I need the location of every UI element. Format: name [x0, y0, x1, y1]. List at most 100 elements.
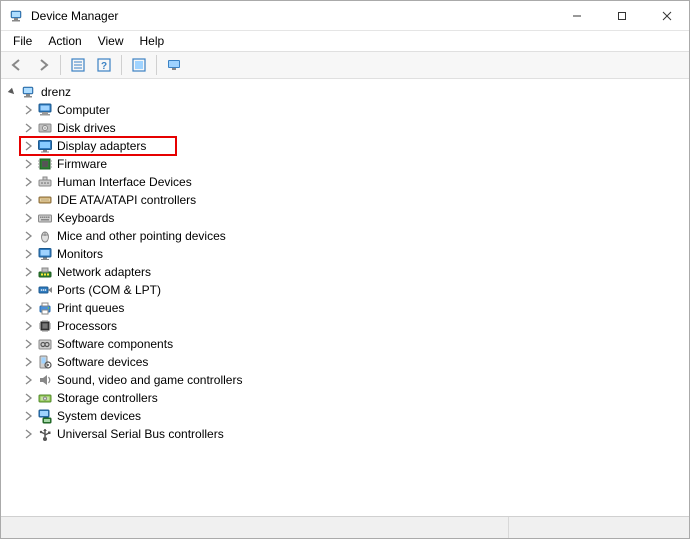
- swdev-icon: [37, 354, 53, 370]
- toolbar-back-button[interactable]: [5, 54, 29, 76]
- expand-icon[interactable]: [21, 427, 35, 441]
- toolbar-devices-button[interactable]: [162, 54, 186, 76]
- tree-root-node[interactable]: drenz: [3, 83, 687, 101]
- expand-icon[interactable]: [21, 247, 35, 261]
- tree-category-label: Processors: [57, 317, 117, 335]
- tree-category-node[interactable]: Firmware: [21, 155, 687, 173]
- expand-icon[interactable]: [21, 265, 35, 279]
- expand-icon[interactable]: [21, 139, 35, 153]
- arrow-right-icon: [35, 57, 51, 73]
- toolbar-scan-button[interactable]: [127, 54, 151, 76]
- tree-category-node[interactable]: Storage controllers: [21, 389, 687, 407]
- tree-category-node[interactable]: Display adapters: [21, 137, 687, 155]
- network-icon: [37, 264, 53, 280]
- toolbar: [1, 51, 689, 79]
- hid-icon: [37, 174, 53, 190]
- ide-icon: [37, 192, 53, 208]
- expand-icon[interactable]: [21, 175, 35, 189]
- tree-category-node[interactable]: System devices: [21, 407, 687, 425]
- menu-view[interactable]: View: [90, 32, 132, 50]
- toolbar-separator: [156, 55, 157, 75]
- tree-category-node[interactable]: Human Interface Devices: [21, 173, 687, 191]
- tree-category-label: Software components: [57, 335, 173, 353]
- tree-category-node[interactable]: Ports (COM & LPT): [21, 281, 687, 299]
- menu-bar: File Action View Help: [1, 31, 689, 51]
- tree-category-node[interactable]: Software components: [21, 335, 687, 353]
- tree-category-label: Computer: [57, 101, 110, 119]
- expand-icon[interactable]: [21, 283, 35, 297]
- toolbar-help-button[interactable]: [92, 54, 116, 76]
- tree-category-node[interactable]: Processors: [21, 317, 687, 335]
- tree-category-node[interactable]: Keyboards: [21, 209, 687, 227]
- menu-action[interactable]: Action: [40, 32, 89, 50]
- printer-icon: [37, 300, 53, 316]
- tree-category-label: Ports (COM & LPT): [57, 281, 161, 299]
- expand-icon[interactable]: [21, 319, 35, 333]
- tree-category-node[interactable]: IDE ATA/ATAPI controllers: [21, 191, 687, 209]
- sound-icon: [37, 372, 53, 388]
- menu-file[interactable]: File: [5, 32, 40, 50]
- storage-icon: [37, 390, 53, 406]
- list-icon: [70, 57, 86, 73]
- tree-category-label: IDE ATA/ATAPI controllers: [57, 191, 196, 209]
- minimize-button[interactable]: [554, 1, 599, 31]
- tree-category-label: Universal Serial Bus controllers: [57, 425, 224, 443]
- expand-icon[interactable]: [21, 229, 35, 243]
- status-bar: [1, 516, 689, 538]
- tree-category-node[interactable]: Monitors: [21, 245, 687, 263]
- expand-icon[interactable]: [21, 337, 35, 351]
- toolbar-separator: [60, 55, 61, 75]
- tree-category-node[interactable]: Mice and other pointing devices: [21, 227, 687, 245]
- tree-category-label: Human Interface Devices: [57, 173, 192, 191]
- menu-help[interactable]: Help: [132, 32, 173, 50]
- tree-category-node[interactable]: Disk drives: [21, 119, 687, 137]
- usb-icon: [37, 426, 53, 442]
- expand-icon[interactable]: [21, 301, 35, 315]
- status-cell: [509, 517, 689, 538]
- tree-category-label: Print queues: [57, 299, 124, 317]
- expand-icon[interactable]: [21, 355, 35, 369]
- window-title: Device Manager: [31, 9, 118, 23]
- tree-category-node[interactable]: Network adapters: [21, 263, 687, 281]
- tree-category-label: Storage controllers: [57, 389, 158, 407]
- tree-category-label: Software devices: [57, 353, 148, 371]
- disk-icon: [37, 120, 53, 136]
- tree-category-label: Disk drives: [57, 119, 116, 137]
- expand-icon[interactable]: [21, 391, 35, 405]
- monitor-icon: [166, 57, 182, 73]
- display-icon: [37, 138, 53, 154]
- expand-icon[interactable]: [21, 193, 35, 207]
- toolbar-forward-button[interactable]: [31, 54, 55, 76]
- status-cell: [1, 517, 509, 538]
- device-tree[interactable]: drenz ComputerDisk drivesDisplay adapter…: [1, 79, 689, 516]
- toolbar-show-hidden-button[interactable]: [66, 54, 90, 76]
- tree-category-label: Keyboards: [57, 209, 114, 227]
- tree-category-label: Firmware: [57, 155, 107, 173]
- expand-icon[interactable]: [21, 211, 35, 225]
- monitor-icon: [37, 246, 53, 262]
- tree-category-node[interactable]: Print queues: [21, 299, 687, 317]
- cpu-icon: [37, 318, 53, 334]
- keyboard-icon: [37, 210, 53, 226]
- tree-category-node[interactable]: Universal Serial Bus controllers: [21, 425, 687, 443]
- close-button[interactable]: [644, 1, 689, 31]
- expand-icon[interactable]: [21, 157, 35, 171]
- minimize-icon: [572, 11, 582, 21]
- tree-category-label: Display adapters: [57, 137, 146, 155]
- tree-category-label: Network adapters: [57, 263, 151, 281]
- expand-icon[interactable]: [21, 409, 35, 423]
- tree-root-label: drenz: [41, 83, 71, 101]
- app-icon: [9, 8, 25, 24]
- expand-icon[interactable]: [21, 121, 35, 135]
- tree-category-node[interactable]: Sound, video and game controllers: [21, 371, 687, 389]
- tree-category-node[interactable]: Software devices: [21, 353, 687, 371]
- expand-icon[interactable]: [21, 373, 35, 387]
- collapse-icon[interactable]: [5, 85, 19, 99]
- swcomp-icon: [37, 336, 53, 352]
- toolbar-separator: [121, 55, 122, 75]
- arrow-left-icon: [9, 57, 25, 73]
- tree-category-node[interactable]: Computer: [21, 101, 687, 119]
- expand-icon[interactable]: [21, 103, 35, 117]
- maximize-button[interactable]: [599, 1, 644, 31]
- maximize-icon: [617, 11, 627, 21]
